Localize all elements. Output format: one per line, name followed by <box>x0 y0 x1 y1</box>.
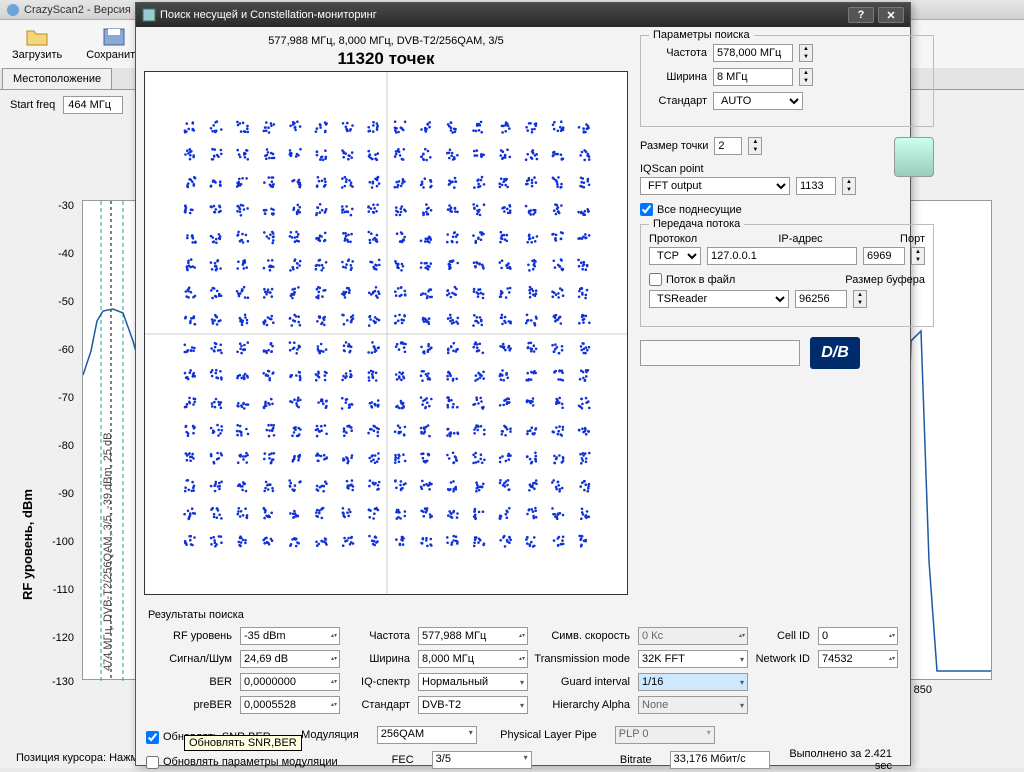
gi-value[interactable]: 1/16 <box>638 673 748 691</box>
preber-value[interactable]: 0,0005528 <box>240 696 340 714</box>
results-legend: Результаты поиска <box>148 609 900 621</box>
tm-value[interactable]: 32K FFT <box>638 650 748 668</box>
dialog-titlebar[interactable]: Поиск несущей и Constellation-мониторинг… <box>136 3 910 27</box>
stream-app-select[interactable]: TSReader <box>649 290 789 308</box>
res-width-value[interactable]: 8,000 МГц <box>418 650 528 668</box>
marker-label: 474 МГц, DVB-T2/256QAM, 3/5, -39 dBm, 25… <box>102 433 114 671</box>
all-subcarriers-checkbox[interactable] <box>640 203 653 216</box>
update-snr-checkbox[interactable] <box>146 731 159 744</box>
constellation-panel: 577,988 МГц, 8,000 МГц, DVB-T2/256QAM, 3… <box>144 33 628 603</box>
start-freq-input[interactable] <box>63 96 123 114</box>
port-spin[interactable]: ▲▼ <box>911 247 925 265</box>
spectrum-trace-left: 474 МГц, DVB-T2/256QAM, 3/5, -39 dBm, 25… <box>83 201 143 681</box>
standard-select[interactable]: AUTO <box>713 92 803 110</box>
ha-value: None <box>638 696 748 714</box>
results-section: Результаты поиска RF уровень -35 dBm Час… <box>136 603 910 720</box>
right-panel: Параметры поиска Частота ▲▼ Ширина ▲▼ Ст… <box>628 27 942 603</box>
iq-value[interactable]: Нормальный <box>418 673 528 691</box>
fec-value[interactable]: 3/5▾ <box>432 751 532 769</box>
constellation-subtitle: 577,988 МГц, 8,000 МГц, DVB-T2/256QAM, 3… <box>144 35 628 47</box>
modulation-value[interactable]: 256QAM▾ <box>377 726 477 744</box>
stream-to-file-check[interactable]: Поток в файл Размер буфера <box>649 273 925 286</box>
dialog-icon <box>142 8 156 22</box>
tooltip: Обновлять SNR,BER <box>184 735 302 751</box>
app-icon <box>6 3 20 17</box>
constellation-canvas[interactable] <box>144 71 628 595</box>
elapsed-label: Выполнено за 2.421 sec <box>788 748 900 772</box>
globe-icon[interactable] <box>894 137 934 177</box>
pointsize-spin[interactable]: ▲▼ <box>748 137 762 155</box>
stream-to-file-checkbox[interactable] <box>649 273 662 286</box>
iqscan-label: IQScan point <box>640 163 704 175</box>
constellation-dialog: Поиск несущей и Constellation-мониторинг… <box>135 2 911 766</box>
res-standard-value[interactable]: DVB-T2 <box>418 696 528 714</box>
bufsize-spin[interactable]: ▲▼ <box>853 290 867 308</box>
bitrate-value: 33,176 Мбит/с <box>670 751 770 769</box>
stream-fieldset: Передача потока Протокол IP-адрес Порт T… <box>640 224 934 327</box>
point-size-input[interactable] <box>714 137 742 155</box>
results-grid: RF уровень -35 dBm Частота 577,988 МГц С… <box>146 627 900 714</box>
cellid-value[interactable]: 0 <box>818 627 898 645</box>
y-axis-label: RF уровень, dBm <box>20 489 35 600</box>
nid-value[interactable]: 74532 <box>818 650 898 668</box>
ip-input[interactable] <box>707 247 857 265</box>
plp-value: PLP 0▾ <box>615 726 715 744</box>
y-ticks: -30 -40 -50 -60 -70 -80 -90 -100 -110 -1… <box>48 200 78 680</box>
start-freq-label: Start freq <box>10 99 55 111</box>
rf-level-value[interactable]: -35 dBm <box>240 627 340 645</box>
freq-spin[interactable]: ▲▼ <box>799 44 813 62</box>
iqscan-select[interactable]: FFT output <box>640 177 790 195</box>
snr-value[interactable]: 24,69 dB <box>240 650 340 668</box>
dvb-logo: D/B <box>810 337 860 369</box>
protocol-select[interactable]: TCP <box>649 247 701 265</box>
close-button[interactable]: ✕ <box>878 7 904 23</box>
toolbar-load[interactable]: Загрузить <box>12 27 62 61</box>
action-button[interactable] <box>640 340 800 366</box>
floppy-icon <box>102 27 126 47</box>
tab-location[interactable]: Местоположение <box>2 68 112 89</box>
width-spin[interactable]: ▲▼ <box>799 68 813 86</box>
res-freq-value[interactable]: 577,988 МГц <box>418 627 528 645</box>
toolbar-save[interactable]: Сохранить <box>86 27 141 61</box>
cursor-status: Позиция курсора: Нажми <box>16 752 144 764</box>
port-input[interactable] <box>863 247 905 265</box>
main-title-text: CrazyScan2 - Версия <box>24 4 131 16</box>
dialog-title-text: Поиск несущей и Constellation-мониторинг <box>160 9 377 21</box>
constellation-scatter <box>145 72 628 595</box>
bufsize-input[interactable] <box>795 290 847 308</box>
iqscan-num-input[interactable] <box>796 177 836 195</box>
constellation-title: 11320 точек <box>144 49 628 69</box>
symbol-rate-value: 0 Кс <box>638 627 748 645</box>
update-mod-check[interactable]: Обновлять параметры модуляции <box>146 756 338 769</box>
iqscan-spin[interactable]: ▲▼ <box>842 177 856 195</box>
help-button[interactable]: ? <box>848 7 874 23</box>
all-subcarriers-check[interactable]: Все поднесущие <box>640 203 884 216</box>
ber-value[interactable]: 0,0000000 <box>240 673 340 691</box>
folder-open-icon <box>25 27 49 47</box>
update-mod-checkbox[interactable] <box>146 756 159 769</box>
freq-input[interactable] <box>713 44 793 62</box>
search-params-fieldset: Параметры поиска Частота ▲▼ Ширина ▲▼ Ст… <box>640 35 934 127</box>
width-input[interactable] <box>713 68 793 86</box>
